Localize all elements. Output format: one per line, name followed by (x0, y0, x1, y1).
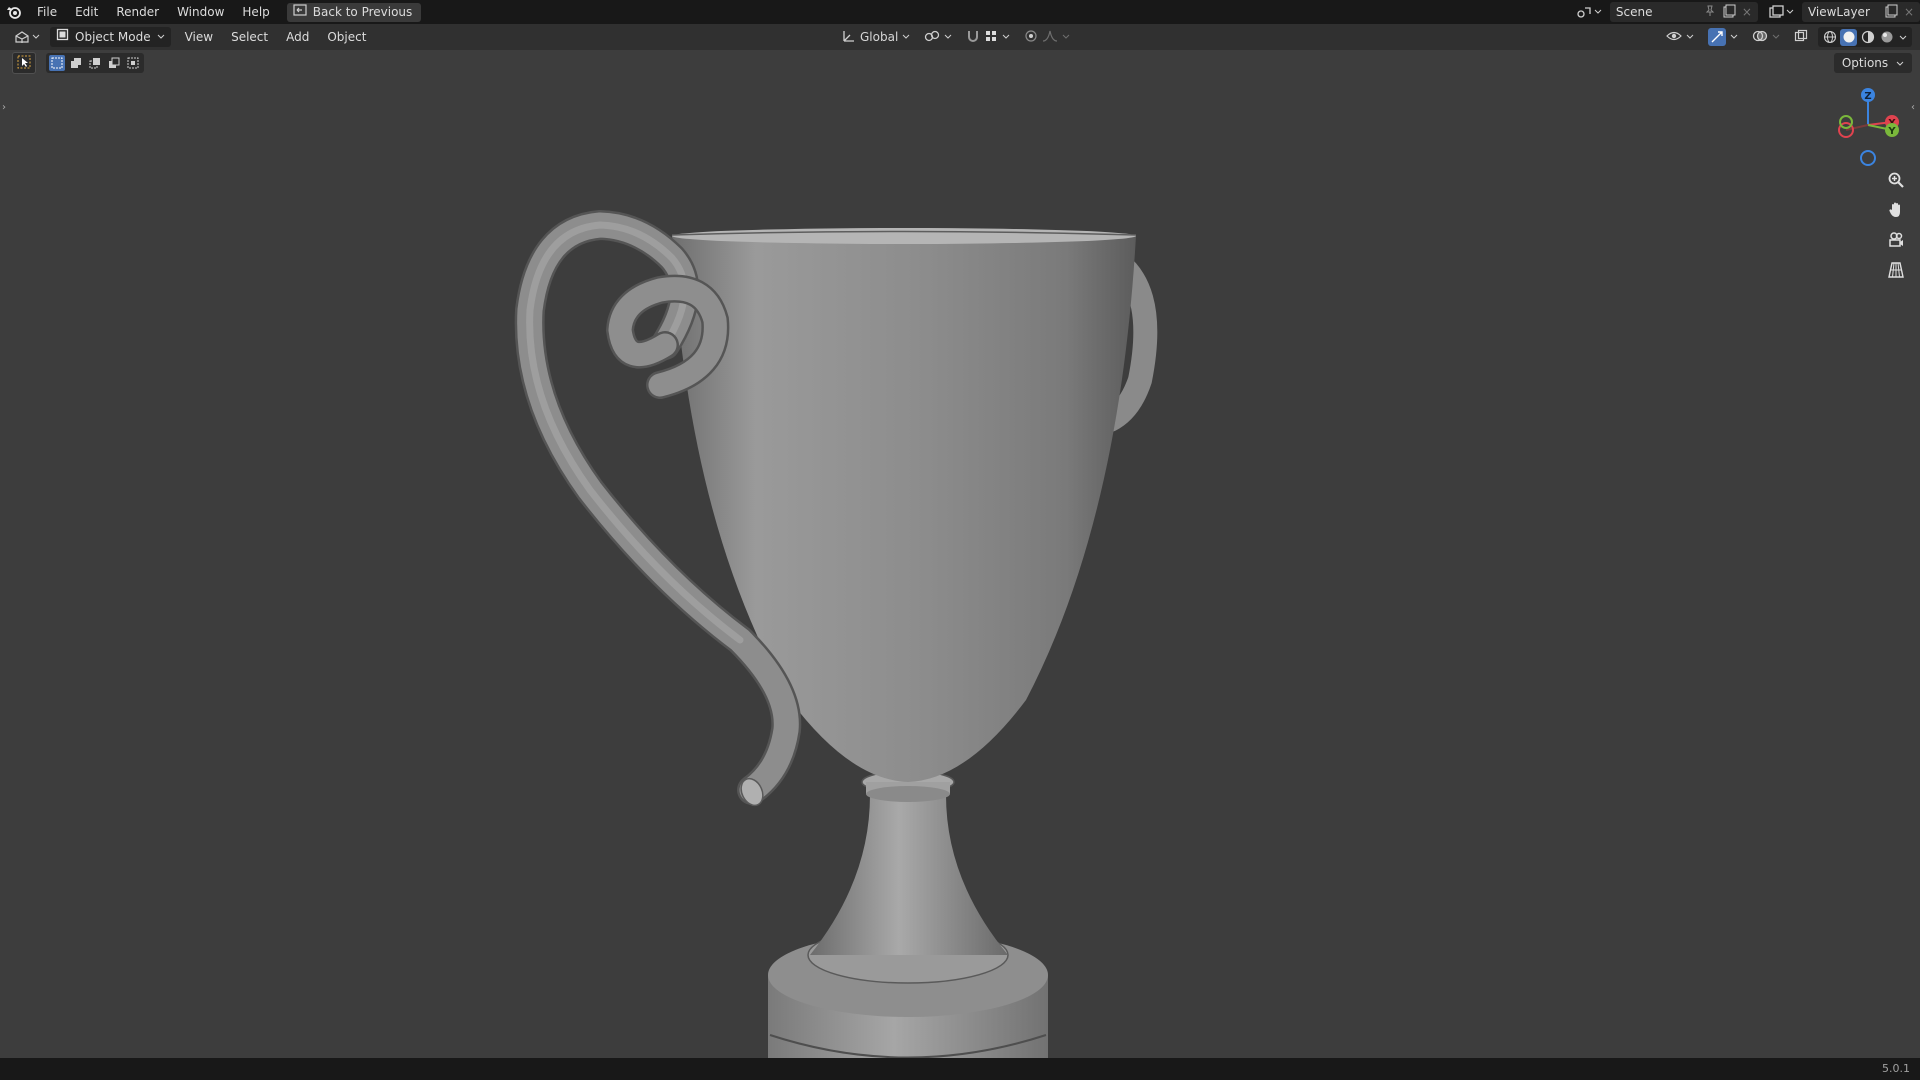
close-scene-icon[interactable]: × (1742, 5, 1752, 19)
menu-file[interactable]: File (28, 0, 66, 24)
proportional-editing-toggle[interactable] (1020, 27, 1074, 47)
zoom-button[interactable] (1883, 168, 1909, 194)
menu-window[interactable]: Window (168, 0, 233, 24)
object-mode-label: Object Mode (75, 30, 151, 44)
proportional-icon (1024, 29, 1038, 46)
viewport-display-tools (1662, 27, 1912, 47)
transform-tools: Global (838, 27, 1074, 47)
snap-target-icon (984, 29, 998, 46)
overlay-icon (1752, 29, 1768, 46)
viewlayer-field[interactable]: ViewLayer × (1801, 2, 1920, 22)
wireframe-icon[interactable] (1821, 29, 1838, 46)
visibility-icon (1666, 29, 1682, 46)
orientation-label: Global (860, 30, 899, 44)
back-icon (293, 3, 307, 22)
menu-edit[interactable]: Edit (66, 0, 107, 24)
version-label: 5.0.1 (1882, 1062, 1910, 1075)
shading-options-icon[interactable] (1897, 30, 1909, 44)
shading-mode-group (1818, 27, 1912, 47)
xray-icon (1794, 29, 1808, 46)
pin-icon[interactable] (1704, 5, 1716, 20)
gizmo-y-label: Y (1887, 126, 1896, 137)
back-to-previous-button[interactable]: Back to Previous (286, 2, 422, 22)
menu-select[interactable]: Select (225, 27, 274, 47)
new-scene-icon[interactable] (1722, 4, 1736, 21)
viewlayer-name: ViewLayer (1807, 5, 1870, 19)
camera-view-button[interactable] (1883, 228, 1909, 254)
gizmo-icon (1708, 28, 1726, 46)
pan-button[interactable] (1883, 198, 1909, 224)
trophy-model[interactable] (514, 209, 1158, 1058)
menu-add[interactable]: Add (280, 27, 315, 47)
scene-browse-icon[interactable] (1576, 5, 1606, 19)
gizmo-neg-z[interactable] (1860, 150, 1876, 166)
menu-render[interactable]: Render (107, 0, 168, 24)
object-mode-dropdown[interactable]: Object Mode (50, 27, 171, 47)
material-icon[interactable] (1859, 29, 1876, 46)
xray-toggle[interactable] (1790, 27, 1812, 47)
gizmo-toggle[interactable] (1704, 27, 1742, 47)
scene-name: Scene (1615, 5, 1653, 19)
viewlayer-browse-icon[interactable] (1768, 5, 1798, 19)
blender-logo-icon[interactable] (0, 0, 28, 24)
menu-help[interactable]: Help (233, 0, 278, 24)
zoom-icon (1887, 171, 1905, 192)
camera-icon (1887, 231, 1905, 252)
snap-toggle[interactable] (962, 27, 1014, 47)
falloff-icon (1042, 29, 1058, 46)
new-viewlayer-icon[interactable] (1884, 4, 1898, 21)
status-bar: 5.0.1 (0, 1058, 1920, 1080)
overlay-toggle[interactable] (1748, 27, 1784, 47)
menu-object[interactable]: Object (321, 27, 372, 47)
grid-icon (1887, 261, 1905, 282)
viewport-header: Object Mode View Select Add Object Globa… (0, 24, 1920, 50)
pivot-dropdown[interactable] (920, 27, 956, 47)
hand-icon (1887, 201, 1905, 222)
back-button-label: Back to Previous (312, 4, 413, 19)
solid-icon[interactable] (1840, 28, 1857, 46)
perspective-toggle-button[interactable] (1883, 258, 1909, 284)
close-viewlayer-icon[interactable]: × (1904, 5, 1914, 19)
workspace-selectors: Scene × ViewLayer × (1576, 0, 1920, 24)
transform-orientation-dropdown[interactable]: Global (838, 27, 914, 47)
snap-icon (966, 29, 980, 46)
menu-view[interactable]: View (179, 27, 219, 47)
rendered-icon[interactable] (1878, 29, 1895, 46)
visibility-dropdown[interactable] (1662, 27, 1698, 47)
orientation-icon (842, 29, 856, 46)
editor-type-icon[interactable] (8, 27, 46, 47)
scene-field[interactable]: Scene × (1609, 2, 1758, 22)
top-menu-bar: File Edit Render Window Help Back to Pre… (0, 0, 1920, 24)
pivot-icon (924, 29, 940, 46)
navigation-gizmo[interactable]: Z X Y (1838, 88, 1899, 166)
gizmo-z-label: Z (1864, 91, 1871, 102)
object-mode-icon (56, 27, 69, 47)
viewport-canvas[interactable]: Z X Y (0, 50, 1920, 1058)
